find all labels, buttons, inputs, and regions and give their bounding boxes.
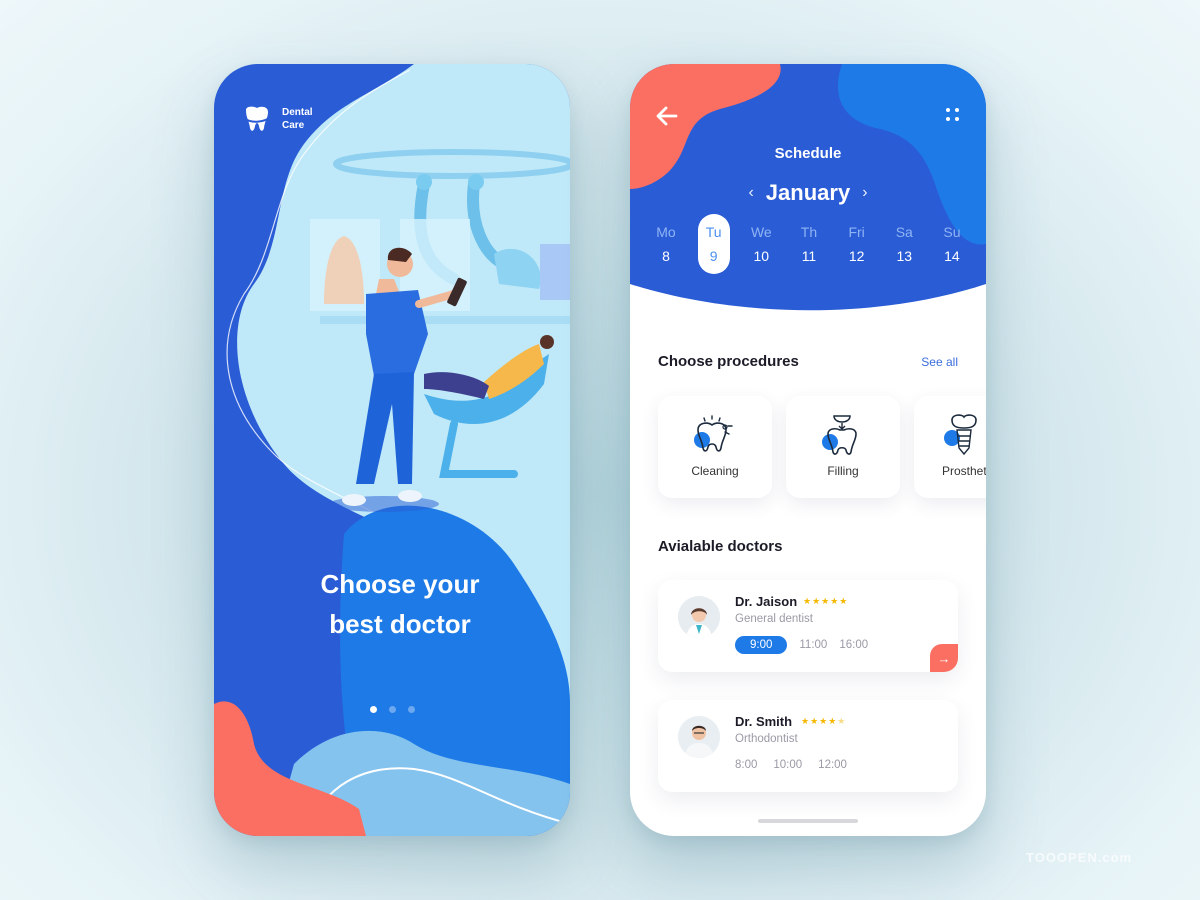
- rating-stars-4: ★★★★★: [801, 716, 847, 726]
- watermark: TOOOPEN.com: [1026, 850, 1133, 865]
- time-slots: 9:00 11:00 16:00: [735, 636, 868, 654]
- brand-logo: Dental Care: [242, 106, 313, 132]
- schedule-screen: Schedule ‹ January › Mo 8 Tu 9 We 10 Th 11 F…: [630, 64, 986, 836]
- procedure-label: Filling: [827, 464, 859, 478]
- rating-stars-5: ★★★★★: [803, 596, 849, 606]
- doctor-specialty: Orthodontist: [735, 733, 798, 745]
- onboarding-headline: Choose your best doctor: [214, 564, 570, 644]
- doctors-heading: Avialable doctors: [658, 538, 783, 555]
- day-sun[interactable]: Su 14: [936, 214, 968, 274]
- day-fri[interactable]: Fri 12: [841, 214, 873, 274]
- tooth-sparkle-icon: [694, 415, 733, 452]
- page-dot-2[interactable]: [389, 706, 396, 713]
- tooth-icon: [244, 106, 273, 131]
- arrow-right-icon[interactable]: →: [930, 644, 958, 672]
- month-label: January: [765, 180, 851, 205]
- time-slot[interactable]: 8:00: [735, 756, 757, 774]
- schedule-title: Schedule: [774, 145, 842, 162]
- doctor-card-smith[interactable]: Dr. Smith ★★★★★ Orthodontist 8:00 10:00 …: [658, 700, 958, 792]
- tooth-filling-icon: [822, 415, 857, 455]
- next-month-chevron-icon[interactable]: ›: [858, 184, 871, 202]
- avatar: [678, 596, 720, 638]
- doctor-name: Dr. Smith: [735, 714, 793, 729]
- brand-line-1: Dental: [282, 107, 313, 118]
- procedure-label: Prosthet: [942, 464, 986, 478]
- day-sat[interactable]: Sa 13: [888, 214, 920, 274]
- onboarding-screen: Dental Care Choose your best doctor: [214, 64, 570, 836]
- back-arrow-icon[interactable]: [654, 104, 680, 128]
- headline-line-2: best doctor: [329, 609, 471, 639]
- procedures-heading: Choose procedures: [658, 353, 799, 370]
- time-slot[interactable]: 12:00: [818, 756, 847, 774]
- doctor-name: Dr. Jaison: [735, 594, 798, 609]
- prev-month-chevron-icon[interactable]: ‹: [744, 184, 757, 202]
- procedure-label: Cleaning: [691, 464, 739, 478]
- procedure-card-filling[interactable]: Filling: [786, 396, 900, 498]
- procedure-card-cleaning[interactable]: Cleaning: [658, 396, 772, 498]
- brand-name: Dental Care: [282, 106, 313, 132]
- time-slots: 8:00 10:00 12:00: [735, 756, 847, 774]
- home-indicator[interactable]: [758, 819, 858, 823]
- headline-line-1: Choose your: [320, 569, 480, 599]
- time-slot[interactable]: 16:00: [839, 636, 868, 654]
- day-thu[interactable]: Th 11: [793, 214, 825, 274]
- pagination-dots: [370, 706, 415, 713]
- month-selector: ‹ January ›: [630, 180, 986, 206]
- time-slot-selected[interactable]: 9:00: [735, 636, 788, 654]
- procedures-carousel: Cleaning Filling Prosthet: [658, 396, 986, 498]
- day-mon[interactable]: Mo 8: [650, 214, 682, 274]
- onboarding-illustration: [214, 64, 570, 836]
- page-dot-3[interactable]: [408, 706, 415, 713]
- time-slot[interactable]: 11:00: [799, 636, 827, 654]
- grid-dots-icon[interactable]: [946, 108, 960, 122]
- avatar: [678, 716, 720, 758]
- procedure-card-prosthetics[interactable]: Prosthet: [914, 396, 986, 498]
- see-all-link[interactable]: See all: [921, 355, 958, 369]
- day-wed[interactable]: We 10: [745, 214, 777, 274]
- page-dot-1[interactable]: [370, 706, 377, 713]
- doctor-specialty: General dentist: [735, 613, 813, 625]
- time-slot[interactable]: 10:00: [773, 756, 802, 774]
- week-day-picker: Mo 8 Tu 9 We 10 Th 11 Fri 12 Sa 13 Su 14: [650, 214, 968, 274]
- brand-line-2: Care: [282, 120, 305, 131]
- doctor-card-jaison[interactable]: Dr. Jaison ★★★★★ General dentist 9:00 11…: [658, 580, 958, 672]
- tooth-implant-icon: [944, 414, 977, 456]
- day-tue-selected[interactable]: Tu 9: [697, 214, 730, 274]
